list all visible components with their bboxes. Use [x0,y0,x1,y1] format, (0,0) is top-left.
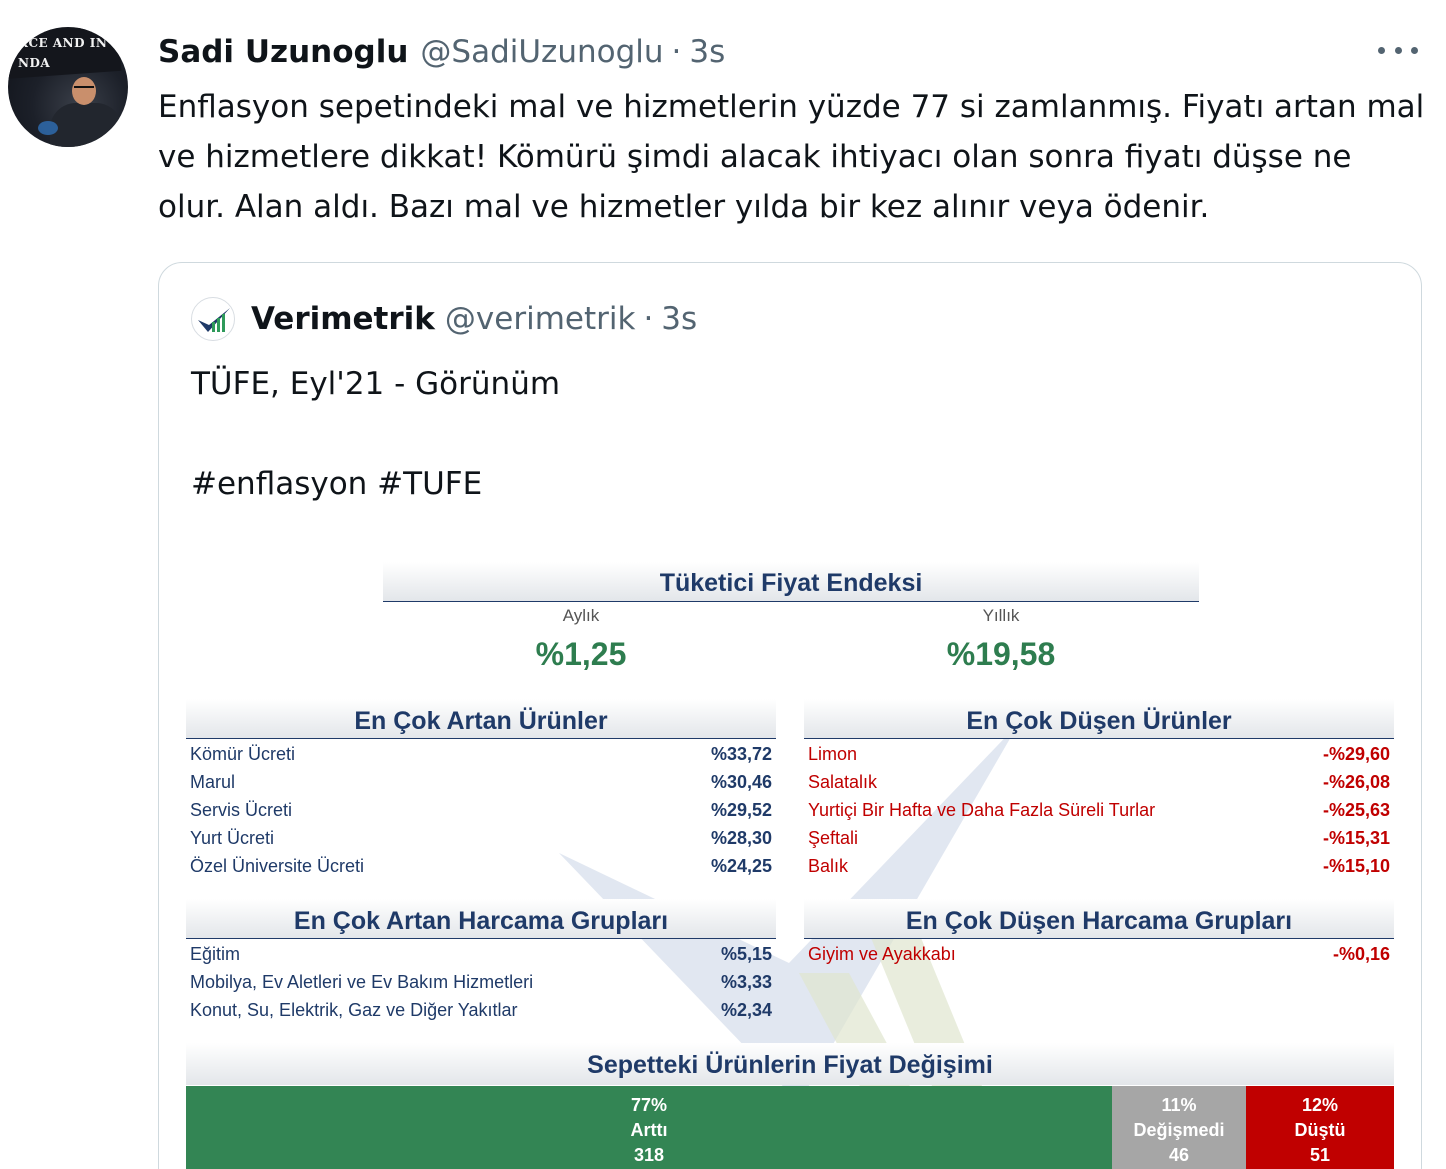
avatar-glasses [74,86,94,91]
falling-groups-band: En Çok Düşen Harcama Grupları [804,899,1394,939]
basket-segment-percent: 11% [1161,1095,1197,1115]
basket-title: Sepetteki Ürünlerin Fiyat Değişimi [587,1051,993,1079]
tweet-time[interactable]: 3s [689,34,725,70]
falling-item-value: -%15,31 [1322,828,1390,848]
quoted-tweet-card[interactable]: Tüketici Fiyat Endeksi Aylık %1,25 Yıllı… [158,262,1422,1169]
yearly-label: Yıllık [982,606,1020,625]
avatar-figure [50,103,122,147]
falling-item-row: Şeftali -%15,31 [808,824,1390,852]
rising-item-row: Yurt Ücreti %28,30 [190,824,772,852]
rising-group-value: %5,15 [720,944,772,964]
rising-item-value: %30,46 [710,772,772,792]
quoted-tweet-header: Verimetrik @verimetrik · 3s [191,297,697,341]
basket-segment-count: 51 [1309,1145,1331,1165]
rising-item-label: Özel Üniversite Ücreti [190,856,365,876]
more-horizontal-icon[interactable] [1378,40,1418,60]
yearly-value: %19,58 [946,636,1056,672]
falling-group-label: Giyim ve Ayakkabı [808,944,956,964]
tweet-text: Enflasyon sepetindeki mal ve hizmetlerin… [158,89,1425,225]
basket-segment-category: Düştü [1294,1120,1346,1140]
rising-item-row: Servis Ücreti %29,52 [190,796,772,824]
basket-bar-segment: 12% Düştü 51 [1246,1086,1394,1169]
top-falling-band: En Çok Düşen Ürünler [804,699,1394,739]
top-falling-title: En Çok Düşen Ürünler [966,707,1232,735]
rising-item-value: %33,72 [710,744,772,764]
cpi-title: Tüketici Fiyat Endeksi [659,569,923,597]
rising-groups-band: En Çok Artan Harcama Grupları [186,899,776,939]
rising-item-label: Servis Ücreti [190,800,293,820]
falling-item-label: Yurtiçi Bir Hafta ve Daha Fazla Süreli T… [808,800,1156,820]
rising-item-row: Özel Üniversite Ücreti %24,25 [190,852,772,880]
falling-item-value: -%25,63 [1322,800,1390,820]
falling-group-value: -%0,16 [1332,944,1390,964]
author-name[interactable]: Sadi Uzunoglu [158,34,408,70]
quoted-author-name[interactable]: Verimetrik [251,301,435,337]
falling-item-row: Balık -%15,10 [808,852,1390,880]
tweet-header: Sadi Uzunoglu @SadiUzunoglu · 3s [158,30,725,74]
basket-segment-percent: 12% [1301,1095,1339,1115]
rising-group-value: %3,33 [720,972,772,992]
top-rising-band: En Çok Artan Ürünler [186,699,776,739]
rising-group-label: Eğitim [190,944,241,964]
falling-item-label: Şeftali [808,828,859,848]
rising-group-row: Mobilya, Ev Aletleri ve Ev Bakım Hizmetl… [190,968,772,996]
cpi-title-band: Tüketici Fiyat Endeksi [383,562,1199,602]
basket-bar-segment: 77% Arttı 318 [186,1086,1112,1169]
falling-item-value: -%29,60 [1322,744,1390,764]
falling-item-row: Yurtiçi Bir Hafta ve Daha Fazla Süreli T… [808,796,1390,824]
rising-group-label: Konut, Su, Elektrik, Gaz ve Diğer Yakıtl… [190,1000,518,1020]
basket-segment-category: Arttı [630,1120,668,1140]
rising-item-value: %28,30 [710,828,772,848]
top-rising-title: En Çok Artan Ürünler [354,707,608,735]
falling-item-value: -%26,08 [1322,772,1390,792]
basket-segment-percent: 77% [630,1095,668,1115]
falling-group-row: Giyim ve Ayakkabı -%0,16 [808,940,1390,968]
rising-group-row: Konut, Su, Elektrik, Gaz ve Diğer Yakıtl… [190,996,772,1024]
author-avatar[interactable]: RCE AND IN NDA [8,27,128,147]
rising-item-value: %24,25 [710,856,772,876]
monthly-label: Aylık [562,606,600,625]
author-handle[interactable]: @SadiUzunoglu [420,34,663,70]
basket-segment-count: 46 [1168,1145,1190,1165]
basket-band: Sepetteki Ürünlerin Fiyat Değişimi [186,1043,1394,1085]
separator-dot: · [671,34,682,70]
falling-groups-title: En Çok Düşen Harcama Grupları [905,907,1293,935]
basket-segment-category: Değişmedi [1133,1120,1225,1140]
rising-item-label: Marul [190,772,236,792]
rising-group-row: Eğitim %5,15 [190,940,772,968]
separator-dot: · [643,301,654,337]
verimetrik-logo-icon[interactable] [191,297,235,341]
avatar-banner-text: RCE AND IN NDA [18,36,108,70]
quoted-tweet-text: TÜFE, Eyl'21 - Görünüm #enflasyon #TUFE [191,366,561,502]
rising-groups-title: En Çok Artan Harcama Grupları [293,907,669,935]
rising-group-value: %2,34 [720,1000,772,1020]
falling-item-value: -%15,10 [1322,856,1390,876]
falling-item-row: Limon -%29,60 [808,740,1390,768]
rising-item-row: Kömür Ücreti %33,72 [190,740,772,768]
avatar-light [38,121,58,135]
avatar-head [72,77,96,105]
basket-bar-segment: 11% Değişmedi 46 [1112,1086,1246,1169]
basket-segment-count: 318 [633,1145,665,1165]
falling-item-label: Limon [808,744,858,764]
rising-item-row: Marul %30,46 [190,768,772,796]
quoted-tweet-time[interactable]: 3s [661,301,697,337]
quoted-author-handle[interactable]: @verimetrik [445,301,636,337]
rising-item-label: Kömür Ücreti [190,744,296,764]
rising-item-value: %29,52 [710,800,772,820]
monthly-value: %1,25 [535,636,627,672]
falling-item-label: Salatalık [808,772,878,792]
falling-item-label: Balık [808,856,849,876]
rising-item-label: Yurt Ücreti [190,828,275,848]
rising-group-label: Mobilya, Ev Aletleri ve Ev Bakım Hizmetl… [190,972,534,992]
falling-item-row: Salatalık -%26,08 [808,768,1390,796]
